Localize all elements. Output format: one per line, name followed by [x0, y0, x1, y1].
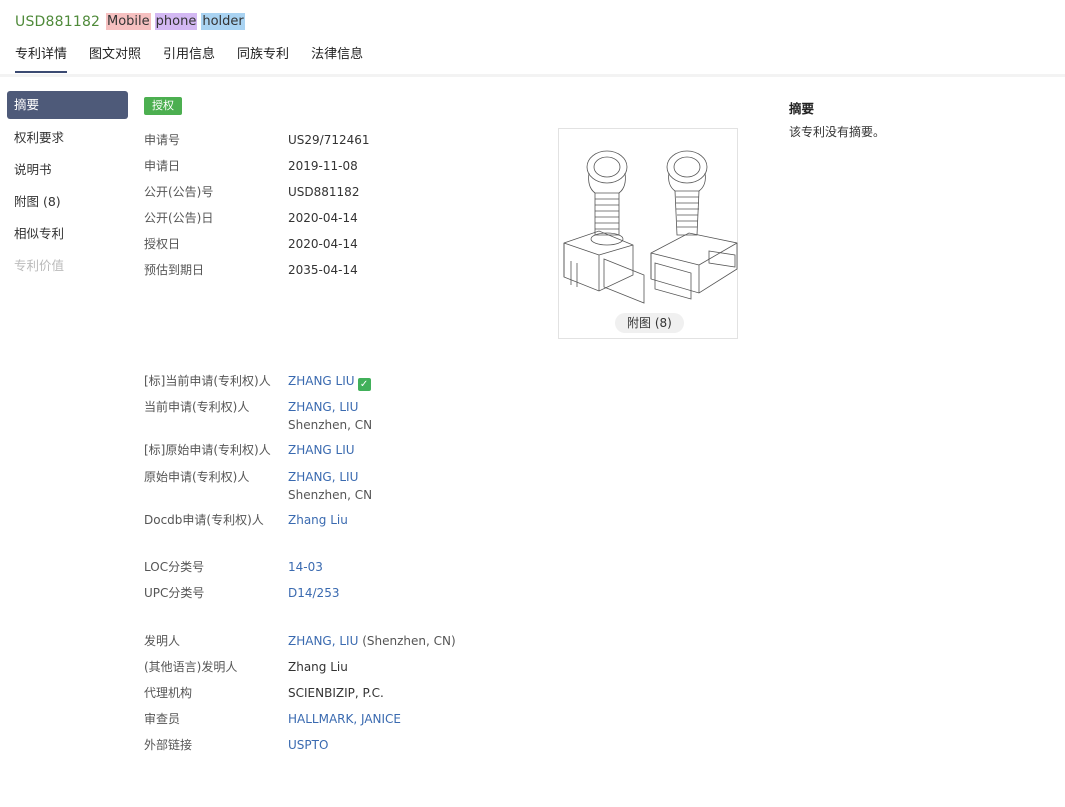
current-assignee-link[interactable]: ZHANG, LIU	[288, 400, 358, 414]
field-value: 2035-04-14	[288, 263, 358, 277]
field-value: D14/253	[288, 584, 339, 602]
field-value: 2019-11-08	[288, 159, 358, 173]
patent-title: Mobile phone holder	[106, 13, 245, 30]
sidebar-item-drawings[interactable]: 附图 (8)	[7, 187, 128, 219]
original-assignee-location: Shenzhen, CN	[288, 488, 373, 502]
main-tabs: 专利详情 图文对照 引用信息 同族专利 法律信息	[15, 46, 363, 73]
field-value: ZHANG, LIU (Shenzhen, CN)	[288, 632, 456, 650]
phone-holder-drawing	[563, 150, 738, 304]
abstract-title: 摘要	[789, 101, 815, 116]
verified-check-icon: ✓	[357, 378, 371, 391]
upc-class-link[interactable]: D14/253	[288, 586, 339, 600]
field-value: ZHANG, LIU Shenzhen, CN	[288, 398, 372, 434]
sidebar-item-abstract[interactable]: 摘要	[7, 91, 128, 119]
original-assignee-link[interactable]: ZHANG, LIU	[288, 470, 358, 484]
field-label: (其他语言)发明人	[144, 660, 238, 674]
field-label: 代理机构	[144, 686, 193, 700]
field-label: Docdb申请(专利权)人	[144, 513, 264, 527]
field-label: UPC分类号	[144, 586, 205, 600]
tab-patent-details[interactable]: 专利详情	[15, 46, 68, 73]
std-original-assignee-link[interactable]: ZHANG LIU	[288, 443, 355, 457]
field-value: US29/712461	[288, 133, 370, 147]
field-label: 审查员	[144, 712, 181, 726]
loc-class-link[interactable]: 14-03	[288, 560, 323, 574]
abstract-text: 该专利没有摘要。	[789, 125, 886, 139]
field-value: ZHANG LIU ✓	[288, 372, 371, 391]
tab-family-patents[interactable]: 同族专利	[237, 46, 289, 73]
docdb-assignee-link[interactable]: Zhang Liu	[288, 513, 348, 527]
field-label: [标]原始申请(专利权)人	[144, 443, 271, 457]
patent-number: USD881182	[15, 14, 101, 30]
sidebar-item-description[interactable]: 说明书	[7, 155, 128, 187]
sidebar-item-patent-value: 专利价值	[14, 258, 65, 273]
field-value: 2020-04-14	[288, 211, 358, 225]
field-label: [标]当前申请(专利权)人	[144, 374, 271, 388]
field-value: Zhang Liu	[288, 660, 348, 674]
patent-header: USD881182 Mobile phone holder 专利详情 图文对照 …	[0, 0, 1065, 77]
field-value: USD881182	[288, 185, 360, 199]
current-assignee-location: Shenzhen, CN	[288, 418, 373, 432]
uspto-link[interactable]: USPTO	[288, 738, 328, 752]
field-label: 外部链接	[144, 738, 193, 752]
title-word-holder: holder	[201, 13, 245, 30]
tab-legal-info[interactable]: 法律信息	[311, 46, 363, 73]
field-label: 原始申请(专利权)人	[144, 470, 250, 484]
examiner-link[interactable]: HALLMARK, JANICE	[288, 712, 401, 726]
field-label: 申请日	[144, 159, 181, 173]
title-word-mobile: Mobile	[106, 13, 151, 30]
field-label: 发明人	[144, 634, 181, 648]
field-label: LOC分类号	[144, 560, 205, 574]
field-label: 公开(公告)日	[144, 211, 214, 225]
sidebar-item-claims[interactable]: 权利要求	[7, 123, 128, 155]
field-value: ZHANG LIU	[288, 441, 355, 459]
field-value: ZHANG, LIU Shenzhen, CN	[288, 468, 372, 504]
field-value: Zhang Liu	[288, 511, 348, 529]
field-label: 授权日	[144, 237, 181, 251]
field-label: 预估到期日	[144, 263, 205, 277]
header-divider	[0, 74, 1065, 77]
figures-button[interactable]: 附图 (8)	[615, 313, 684, 333]
field-label: 公开(公告)号	[144, 185, 214, 199]
status-badge: 授权	[144, 97, 182, 115]
field-label: 申请号	[144, 133, 181, 147]
field-value: 2020-04-14	[288, 237, 358, 251]
tab-citations[interactable]: 引用信息	[163, 46, 215, 73]
inventor-link[interactable]: ZHANG, LIU	[288, 634, 358, 648]
section-sidebar: 摘要 权利要求 说明书 附图 (8) 相似专利 专利价值	[7, 91, 128, 283]
title-word-phone: phone	[154, 13, 198, 30]
field-value: HALLMARK, JANICE	[288, 710, 401, 728]
patent-figure-thumbnail[interactable]: 附图 (8)	[558, 128, 738, 339]
sidebar-item-similar-patents[interactable]: 相似专利	[7, 219, 128, 251]
tab-text-image-compare[interactable]: 图文对照	[89, 46, 141, 73]
field-value: USPTO	[288, 736, 328, 754]
inventor-location: (Shenzhen, CN)	[362, 634, 456, 648]
field-label: 当前申请(专利权)人	[144, 400, 250, 414]
std-current-assignee-link[interactable]: ZHANG LIU	[288, 374, 355, 388]
field-value: 14-03	[288, 558, 323, 576]
field-value: SCIENBIZIP, P.C.	[288, 686, 384, 700]
